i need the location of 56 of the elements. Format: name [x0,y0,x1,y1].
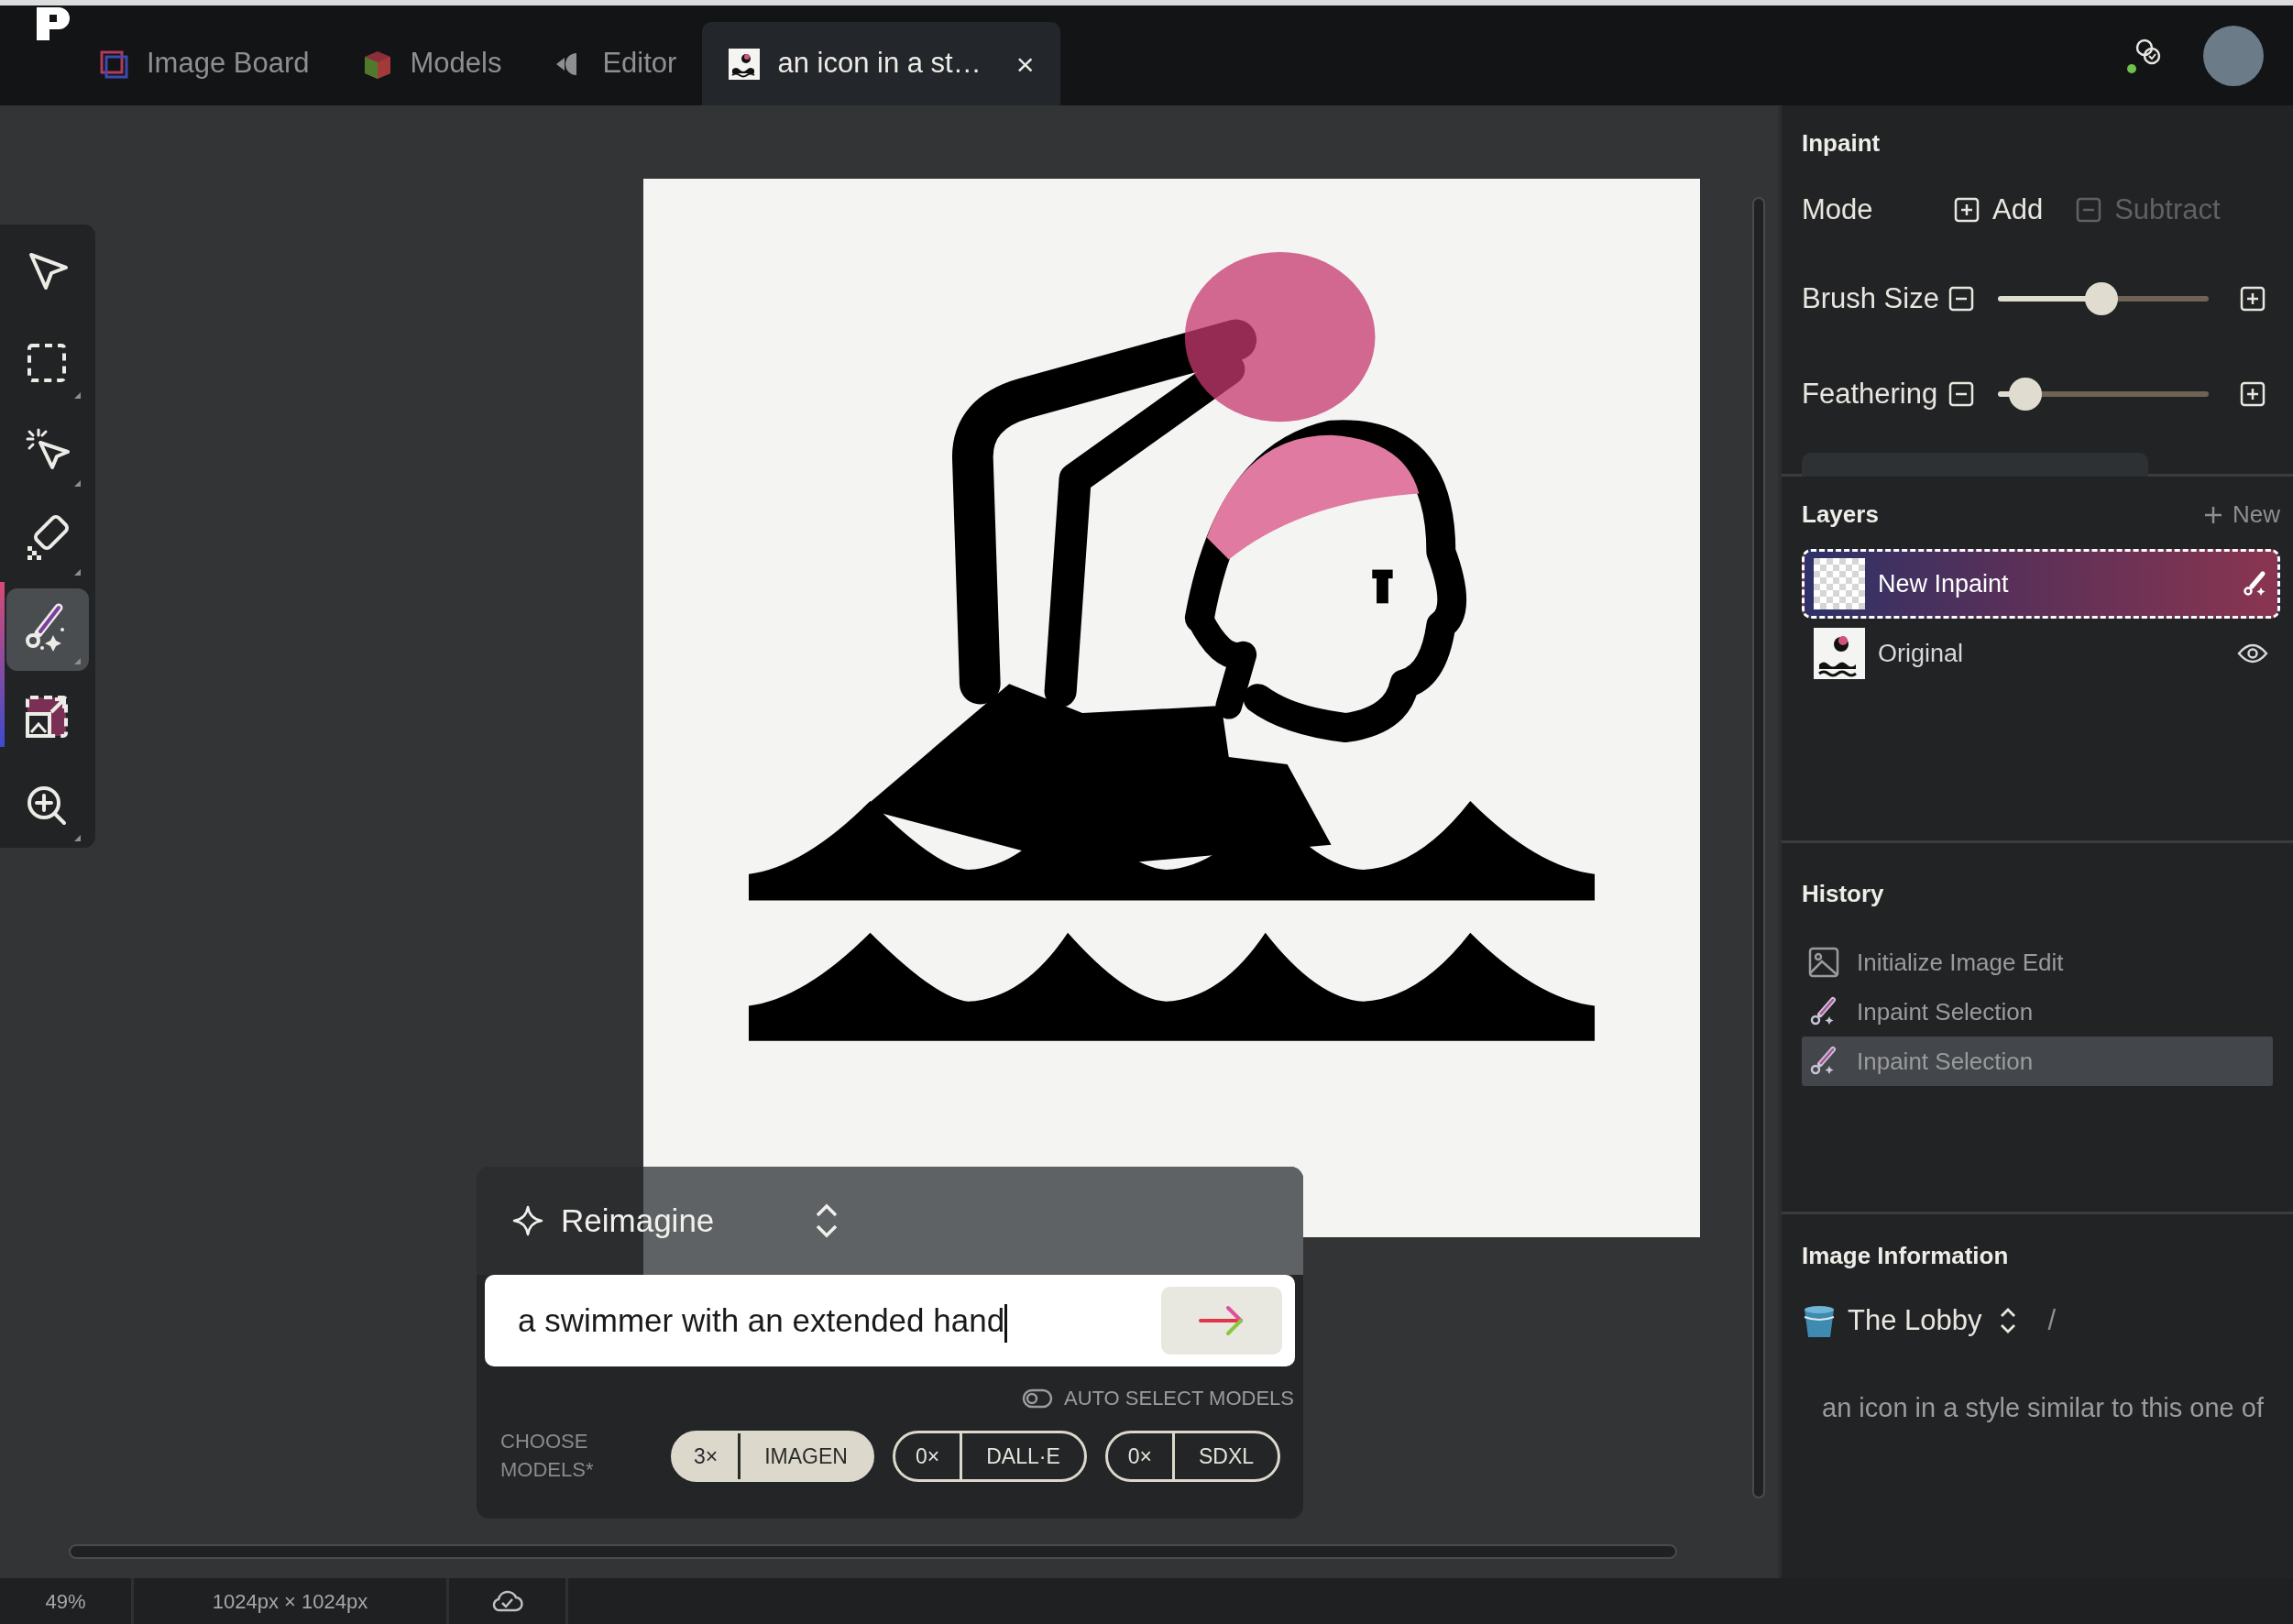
plus-icon [2203,504,2223,525]
section-heading: Layers [1802,499,1879,530]
image-dimensions: 1024px × 1024px [212,1588,368,1615]
cloud-saved-icon [490,1588,524,1614]
model-chip[interactable]: 0× DALL·E [892,1430,1087,1482]
new-layer-button[interactable]: New [2203,497,2280,532]
tab[interactable]: Editor [527,22,703,105]
slider-track[interactable] [1998,378,2209,411]
image-thumbnail [1814,628,1865,679]
minus-square-icon [2076,197,2102,224]
vertical-scrollbar[interactable] [1752,197,1765,1498]
slider-thumb[interactable] [2084,281,2118,315]
brush-icon [2241,570,2268,598]
slider-label: Brush Size [1802,280,1940,316]
image-thumbnail-icon [728,47,762,81]
section-heading: History [1802,879,1885,909]
prompt-input-field[interactable]: a swimmer with an extended hand [485,1275,1295,1366]
increase-button[interactable] [2240,285,2266,312]
collection-selector[interactable]: The Lobby [1848,1300,2017,1343]
mode-option[interactable]: Add [1954,189,2044,232]
eye-icon[interactable] [2237,642,2268,664]
auto-select-label: AUTO SELECT MODELS [1063,1386,1294,1411]
layer-item[interactable]: New Inpaint [1802,549,2280,619]
mode-dropdown[interactable]: Reimagine [511,1196,841,1245]
slider-label: Feathering [1802,377,1939,411]
transparent-thumbnail [1814,558,1865,609]
text-cursor [1004,1303,1008,1343]
mode-label: Mode [1802,192,1874,227]
tab[interactable]: an icon in a st… × [702,22,1060,105]
decrease-button[interactable] [1948,285,1974,312]
layer-item[interactable]: Original [1802,619,2280,688]
image-description: an icon in a style similar to this one of [1821,1391,2265,1424]
close-tab-button[interactable]: × [1015,48,1035,80]
decrease-button[interactable] [1948,381,1974,408]
plus-square-icon [1954,197,1980,224]
model-chip[interactable]: 0× SDXL [1104,1430,1281,1482]
brush-sparkle-tool-button[interactable] [6,587,89,671]
increase-button[interactable] [2240,381,2266,408]
history-item[interactable]: Inpaint Selection [1802,987,2273,1037]
choose-models-label: CHOOSE MODELS* [500,1429,595,1483]
zoom-level: 49% [45,1588,86,1615]
toggle-switch[interactable] [1021,1388,1053,1409]
logo-icon[interactable] [35,5,71,42]
sparkle-icon [511,1204,544,1237]
model-chip[interactable]: 3× IMAGEN [671,1430,874,1482]
horizontal-scrollbar[interactable] [69,1544,1677,1559]
history-item[interactable]: Initialize Image Edit [1802,938,2273,987]
slider-thumb[interactable] [2008,378,2042,411]
slider-track[interactable] [1998,281,2209,315]
submit-button[interactable] [1161,1287,1282,1355]
section-heading: Inpaint [1802,128,1882,159]
tab[interactable]: Models [335,22,528,105]
tab[interactable]: Image Board [71,22,335,105]
section-heading: Image Information [1802,1241,2010,1271]
image-icon [1807,946,1840,979]
path-separator: / [2047,1303,2057,1338]
